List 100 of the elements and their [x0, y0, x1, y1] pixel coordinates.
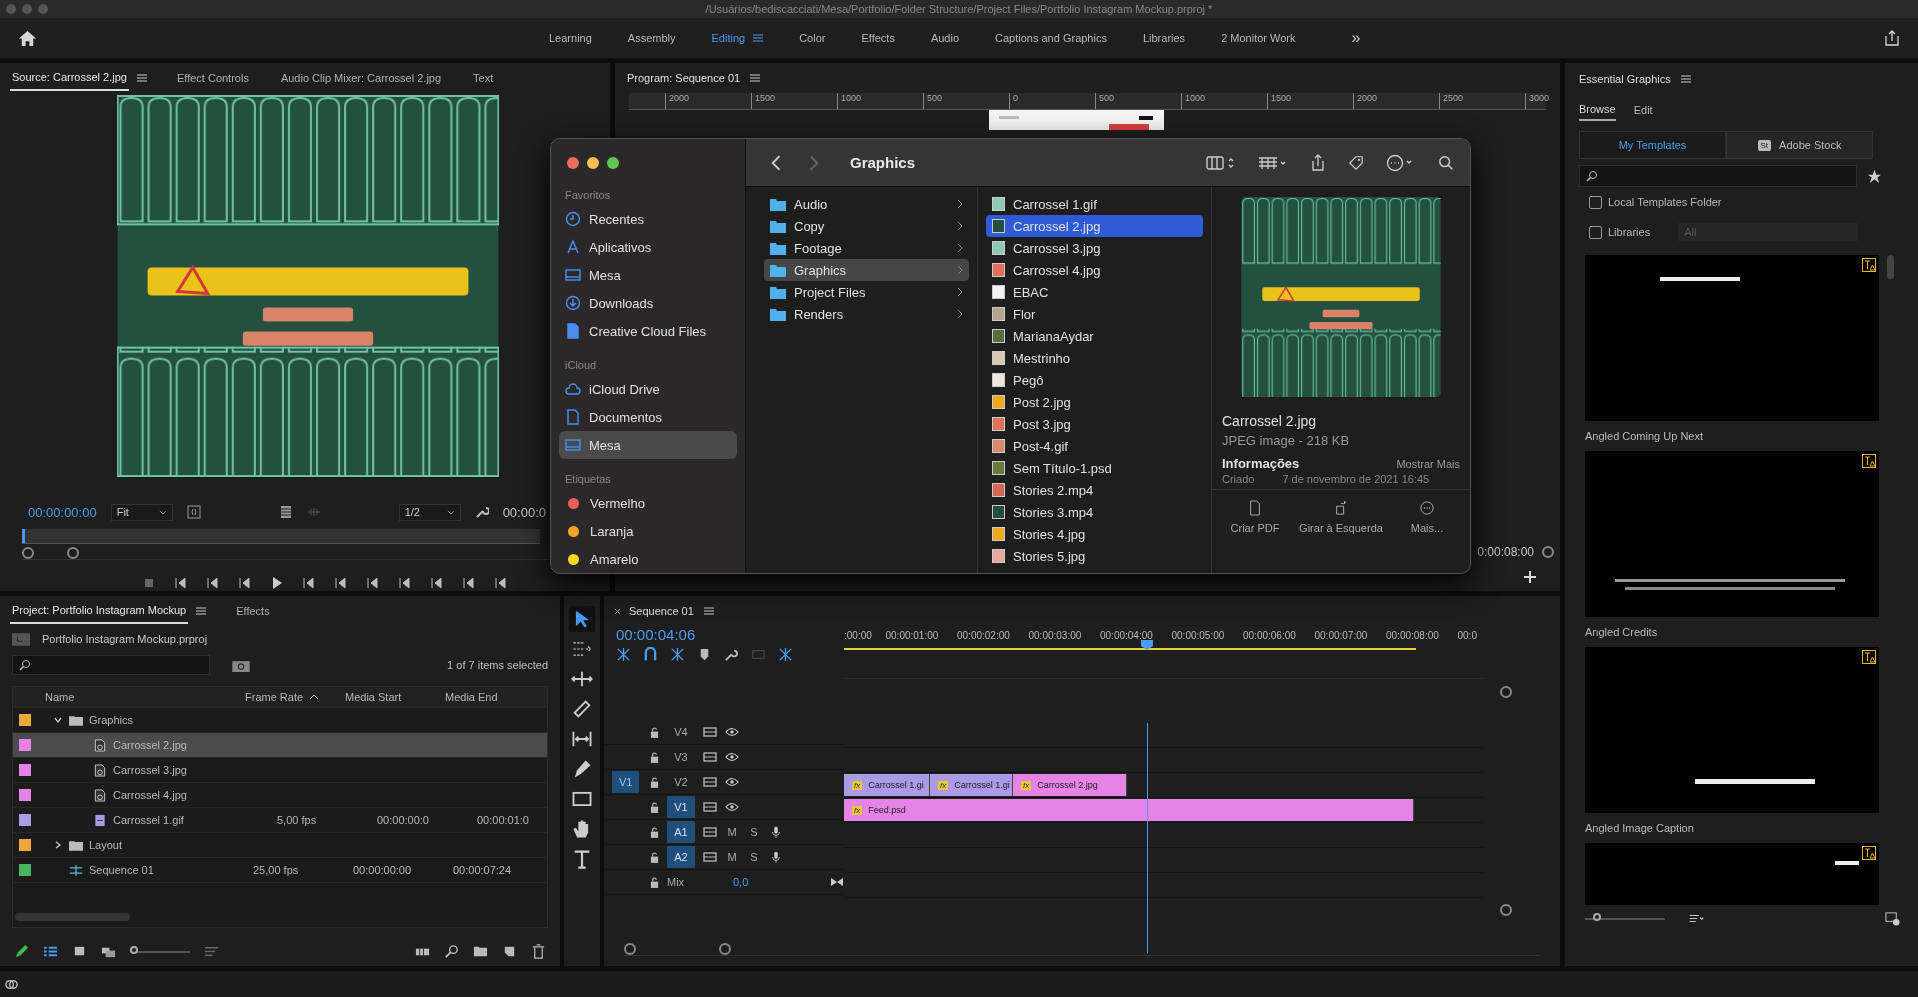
- microphone-icon[interactable]: [769, 826, 783, 838]
- column-header[interactable]: Media Start: [345, 691, 445, 703]
- workspace-tab[interactable]: Effects: [843, 32, 913, 44]
- lock-icon[interactable]: [650, 826, 659, 838]
- file-item[interactable]: Stories 2.mp4: [986, 479, 1203, 501]
- new-layer-icon[interactable]: [1885, 911, 1900, 926]
- menu-icon[interactable]: [1680, 75, 1691, 83]
- track-target[interactable]: V4: [667, 721, 695, 743]
- panel-tab[interactable]: Project: Portfolio Instagram Mockup: [10, 598, 189, 624]
- transport-icon[interactable]: [397, 575, 413, 591]
- project-item[interactable]: Sequence 01 25,00 fps 00:00:00:00 00:00:07:24: [13, 858, 547, 883]
- scroll-handle[interactable]: [1500, 904, 1512, 916]
- sidebar-item[interactable]: Mesa: [559, 261, 737, 289]
- file-item[interactable]: Post 3.jpg: [986, 413, 1203, 435]
- label-swatch[interactable]: [19, 864, 31, 876]
- zoom-handle[interactable]: [624, 943, 636, 955]
- transport-icon[interactable]: [461, 575, 477, 591]
- file-item[interactable]: Pegô: [986, 369, 1203, 391]
- eye-icon[interactable]: [725, 801, 739, 813]
- select-tool-icon[interactable]: [569, 606, 595, 632]
- microphone-icon[interactable]: [769, 851, 783, 863]
- project-item[interactable]: Carrossel 1.gif 5,00 fps 00:00:00:0 00:00:01:0: [13, 808, 547, 833]
- search-field[interactable]: [1579, 165, 1857, 187]
- transport-icon[interactable]: [301, 575, 317, 591]
- quick-action-button[interactable]: Girar à Esquerda: [1298, 500, 1384, 534]
- panel-tab[interactable]: Effect Controls: [174, 66, 251, 90]
- folder-item[interactable]: Renders: [764, 303, 969, 325]
- zoom-dropdown[interactable]: Fit: [110, 504, 173, 521]
- folder-item[interactable]: Copy: [764, 215, 969, 237]
- tag-icon[interactable]: [1348, 153, 1364, 172]
- project-item[interactable]: Layout: [13, 833, 547, 858]
- sidebar-item[interactable]: Mesa: [559, 431, 737, 459]
- file-item[interactable]: Mestrinho: [986, 347, 1203, 369]
- show-more-link[interactable]: Mostrar Mais: [1396, 458, 1460, 470]
- star-icon[interactable]: [1867, 168, 1882, 184]
- lock-icon[interactable]: [650, 726, 659, 738]
- track-target[interactable]: Mix: [667, 871, 695, 893]
- file-item[interactable]: EBAC: [986, 281, 1203, 303]
- column-header[interactable]: Media End: [445, 691, 535, 703]
- transport-icon[interactable]: [493, 575, 509, 591]
- sync-lock-icon[interactable]: [703, 851, 717, 863]
- sidebar-item[interactable]: Recentes: [559, 205, 737, 233]
- minimize-window-icon[interactable]: [587, 157, 599, 169]
- share-icon[interactable]: [1310, 153, 1326, 172]
- playhead[interactable]: [1141, 640, 1154, 650]
- add-button-icon[interactable]: [1524, 571, 1536, 583]
- panel-tab[interactable]: Browse: [1579, 99, 1616, 121]
- file-item[interactable]: Post-4.gif: [986, 435, 1203, 457]
- scrollbar[interactable]: [1887, 255, 1894, 279]
- share-icon[interactable]: [1884, 30, 1900, 46]
- search-icon[interactable]: [1438, 153, 1454, 172]
- workspace-tab[interactable]: Captions and Graphics: [977, 32, 1125, 44]
- track-target[interactable]: A2: [667, 846, 695, 868]
- workspace-tab[interactable]: Audio: [912, 32, 978, 44]
- file-item[interactable]: Carrossel 4.jpg: [986, 259, 1203, 281]
- workspace-tab[interactable]: Learning: [531, 32, 610, 44]
- clip[interactable]: fx Carrossel 1.gi: [930, 774, 1013, 796]
- sidebar-item[interactable]: Documentos: [559, 403, 737, 431]
- checkbox[interactable]: [1589, 225, 1602, 239]
- panel-tab[interactable]: Edit: [1633, 100, 1653, 120]
- folder-icon[interactable]: [473, 944, 488, 959]
- transport-icon[interactable]: [365, 575, 381, 591]
- column-header[interactable]: Frame Rate: [245, 691, 345, 703]
- sidebar-item[interactable]: Downloads: [559, 289, 737, 317]
- close-window-icon[interactable]: [567, 157, 579, 169]
- timecode[interactable]: 00:00:04:06: [616, 626, 696, 643]
- pencil-icon[interactable]: [14, 944, 29, 959]
- sidebar-item[interactable]: Vermelho: [559, 489, 737, 517]
- source-tab[interactable]: St Adobe Stock: [1726, 131, 1873, 159]
- file-item[interactable]: Flor: [986, 303, 1203, 325]
- scrollbar[interactable]: [15, 913, 130, 921]
- file-item[interactable]: Stories 5.jpg: [986, 545, 1203, 567]
- clip[interactable]: fx Carrossel 2.jpg: [1013, 774, 1127, 796]
- track-target[interactable]: V2: [667, 771, 695, 793]
- sync-lock-icon[interactable]: [703, 726, 717, 738]
- transport-icon[interactable]: [429, 575, 445, 591]
- file-item[interactable]: Stories 4.jpg: [986, 523, 1203, 545]
- menu-icon[interactable]: [750, 74, 761, 82]
- track-target[interactable]: V1: [667, 796, 695, 818]
- sidebar-item[interactable]: Aplicativos: [559, 233, 737, 261]
- disclosure-icon[interactable]: [53, 715, 63, 725]
- lock-icon[interactable]: [650, 751, 659, 763]
- transport-icon[interactable]: [237, 575, 253, 591]
- workspace-tab[interactable]: 2 Monitor Work: [1203, 32, 1314, 44]
- folder-item[interactable]: Graphics: [764, 259, 969, 281]
- trash-icon[interactable]: [531, 944, 546, 959]
- label-swatch[interactable]: [19, 839, 31, 851]
- search-field[interactable]: [12, 655, 210, 675]
- lock-icon[interactable]: [650, 876, 659, 888]
- zoom-handle[interactable]: [67, 547, 79, 560]
- mix-value[interactable]: 0,0: [733, 876, 749, 888]
- column-header[interactable]: Name: [45, 691, 245, 703]
- sync-lock-icon[interactable]: [703, 751, 717, 763]
- lock-icon[interactable]: [650, 851, 659, 863]
- scroll-handle[interactable]: [1500, 686, 1512, 698]
- source-patch[interactable]: V1: [612, 771, 640, 793]
- zoom-window-icon[interactable]: [607, 157, 619, 169]
- panel-title[interactable]: Sequence 01: [627, 599, 696, 623]
- overflow-button[interactable]: »: [1351, 29, 1361, 47]
- solo-button[interactable]: S: [747, 826, 761, 838]
